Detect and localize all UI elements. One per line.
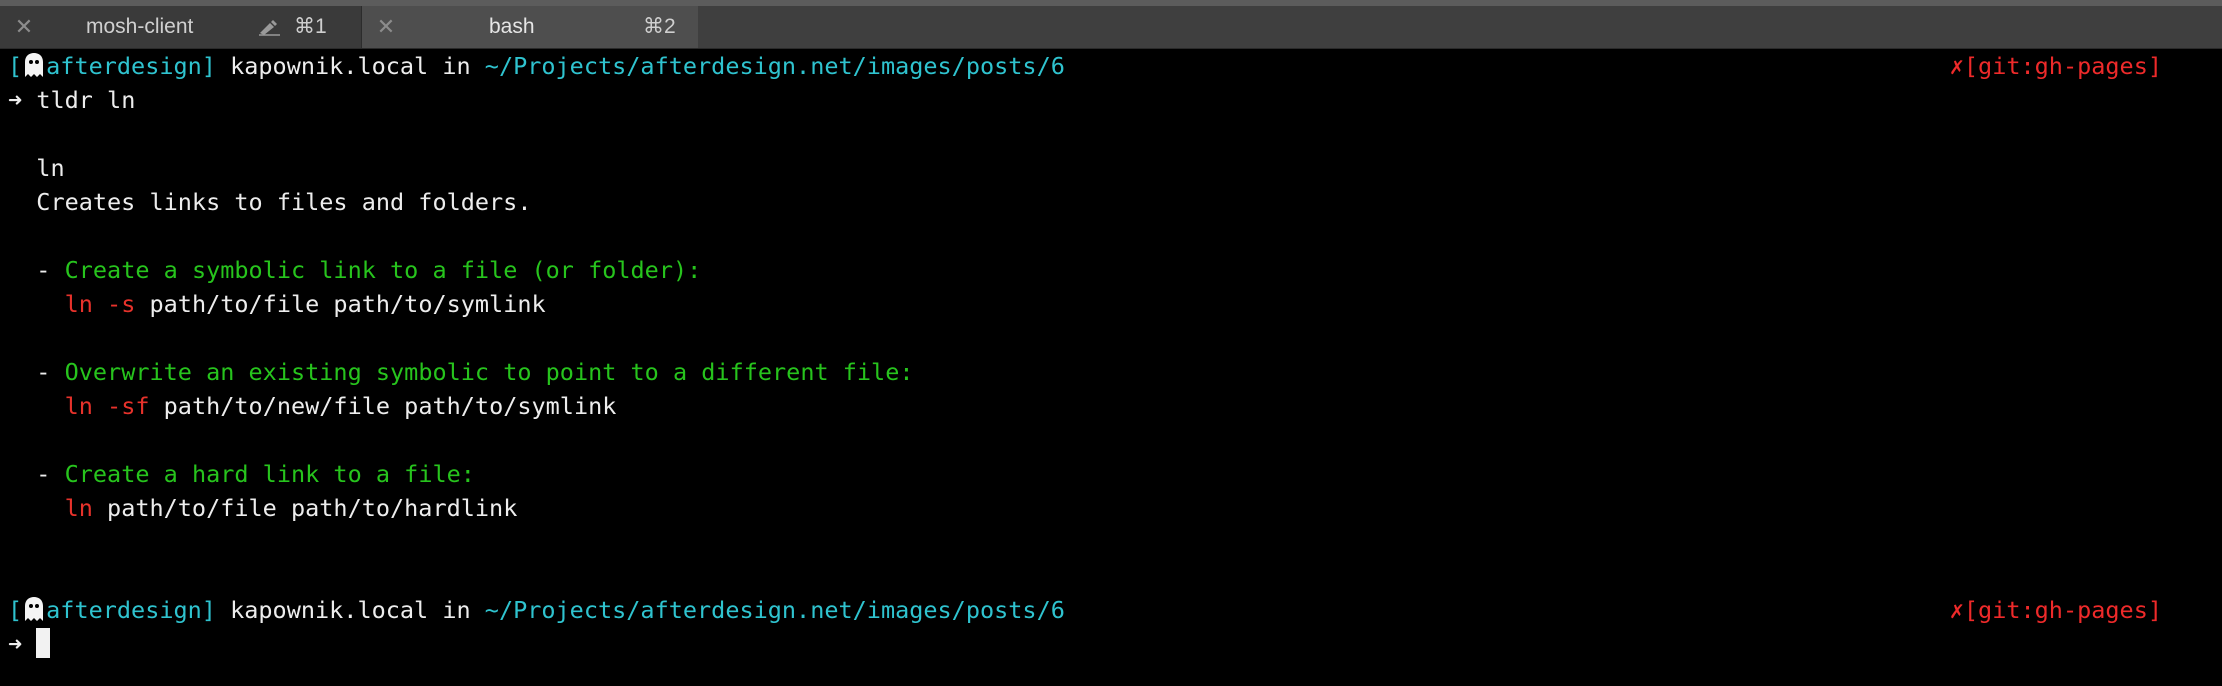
example-description: Overwrite an existing symbolic to point … [64,358,914,386]
example-description-line: - Create a symbolic link to a file (or f… [8,253,2192,287]
tab-title: bash [489,15,535,38]
prompt-bracket: [ [8,52,23,80]
example-cmd: ln [64,392,93,420]
example-description-line: - Overwrite an existing symbolic to poin… [8,355,2192,389]
pencil-icon [259,20,280,36]
tab-bar: ✕ mosh-client ⌘1 ✕ bash ⌘2 [0,6,2222,49]
prompt-path: ~/Projects/afterdesign.net/images/posts/… [484,596,1065,624]
tldr-name-line: ln [8,151,2192,185]
example-description: Create a symbolic link to a file (or fol… [64,256,702,284]
example-args: path/to/file path/to/symlink [149,290,546,318]
prompt-host: kapownik.local [230,52,429,80]
ghost-icon [25,597,44,621]
example-command-line: ln -sf path/to/new/file path/to/symlink [8,389,2192,423]
example-dash: - [36,460,51,488]
tab-shortcut: ⌘2 [643,15,676,38]
prompt-bracket: [ [8,596,23,624]
prompt-in: in [442,52,471,80]
tab-shortcut: ⌘1 [294,15,327,38]
example-args: path/to/file path/to/hardlink [107,494,518,522]
example-cmd: ln [64,290,93,318]
prompt-in: in [442,596,471,624]
example-flag: -sf [107,392,150,420]
tab-mosh-client[interactable]: ✕ mosh-client ⌘1 [0,6,362,48]
prompt-line: [ afterdesign] kapownik.local in ~/Projec… [8,49,2192,83]
tldr-description: Creates links to files and folders. [36,188,532,216]
git-status: ✗[git:gh-pages] [1949,52,2162,80]
example-description-line: - Create a hard link to a file: [8,457,2192,491]
example-dash: - [36,358,51,386]
close-icon[interactable]: ✕ [376,16,396,38]
tldr-name: ln [36,154,65,182]
command-line: ➜ tldr ln [8,83,2192,117]
prompt-arrow: ➜ [8,86,23,114]
prompt-user: afterdesign [46,596,202,624]
example-command-line: ln -s path/to/file path/to/symlink [8,287,2192,321]
example-command-line: ln path/to/file path/to/hardlink [8,491,2192,525]
tab-bash[interactable]: ✕ bash ⌘2 [362,6,698,48]
prompt-bracket: ] [201,596,216,624]
prompt-bracket: ] [201,52,216,80]
example-cmd: ln [64,494,93,522]
prompt-arrow: ➜ [8,630,23,658]
command-text: tldr ln [36,86,136,114]
example-description: Create a hard link to a file: [64,460,475,488]
terminal-output[interactable]: [ afterdesign] kapownik.local in ~/Projec… [0,49,2222,686]
prompt-host: kapownik.local [230,596,429,624]
prompt-line: [ afterdesign] kapownik.local in ~/Projec… [8,593,2192,627]
example-args: path/to/new/file path/to/symlink [163,392,617,420]
example-flag: -s [107,290,136,318]
close-icon[interactable]: ✕ [14,16,34,38]
prompt-user: afterdesign [46,52,202,80]
tab-title: mosh-client [86,15,194,38]
git-status: ✗[git:gh-pages] [1949,596,2162,624]
text-cursor [36,628,51,658]
tldr-description-line: Creates links to files and folders. [8,185,2192,219]
ghost-icon [25,53,44,77]
input-line[interactable]: ➜ [8,627,2192,661]
example-dash: - [36,256,51,284]
prompt-path: ~/Projects/afterdesign.net/images/posts/… [484,52,1065,80]
